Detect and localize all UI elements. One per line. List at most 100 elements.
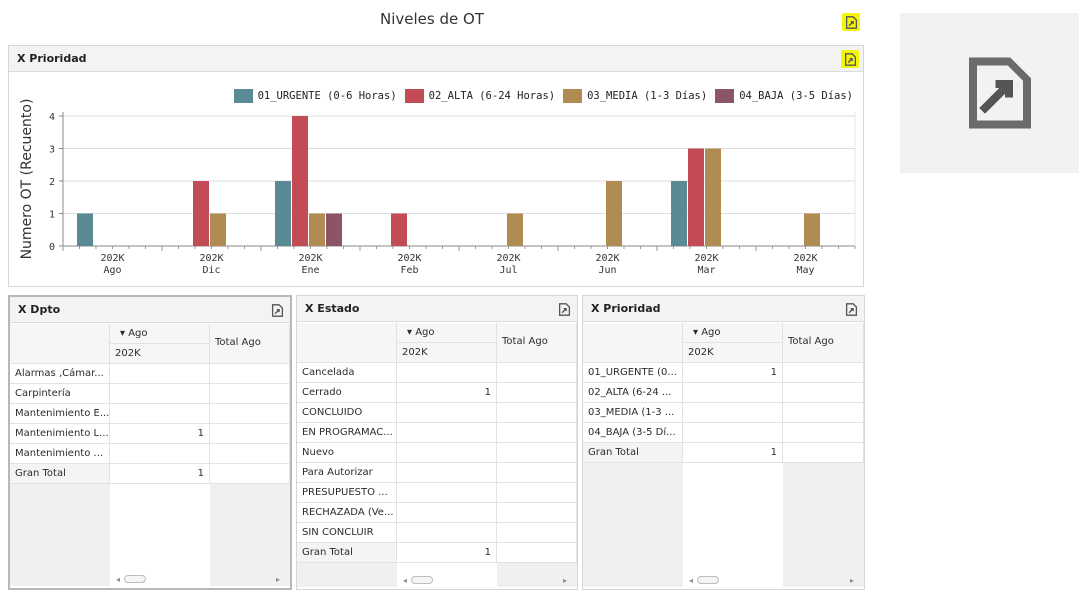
grand-total-label[interactable]: Gran Total	[10, 464, 110, 484]
total-cell	[497, 523, 577, 543]
scroll-thumb[interactable]	[411, 576, 434, 584]
export-to-file-icon	[845, 15, 857, 29]
x-tick-label-year: 202K	[595, 253, 619, 264]
bar[interactable]	[507, 213, 523, 247]
value-cell	[397, 503, 497, 523]
bar[interactable]	[292, 116, 308, 246]
row-header[interactable]: Alarmas ,Cámar...	[10, 364, 110, 384]
value-cell	[683, 423, 783, 443]
bar[interactable]	[309, 213, 325, 247]
value-cell	[397, 443, 497, 463]
pivot-header: X Prioridad	[583, 296, 864, 322]
row-header-empty-area	[583, 463, 683, 587]
scroll-right-icon[interactable]: ▸	[276, 575, 280, 584]
row-header[interactable]: 02_ALTA (6-24 ...	[583, 383, 683, 403]
bar[interactable]	[275, 181, 291, 246]
pivot-title: X Dpto	[18, 303, 61, 316]
column-sub-header: 202K	[397, 343, 497, 363]
y-tick-label: 4	[49, 112, 55, 123]
scroll-right-icon[interactable]: ▸	[850, 576, 854, 585]
scroll-left-icon[interactable]: ◂	[689, 576, 693, 585]
horizontal-scrollbar[interactable]: ◂ ▸	[116, 572, 280, 586]
row-header[interactable]: Carpintería	[10, 384, 110, 404]
horizontal-scrollbar[interactable]: ◂ ▸	[403, 573, 567, 587]
bar[interactable]	[804, 213, 820, 247]
chart-plot: 01234Numero OT (Recuento) 202KAgo202KDic2…	[19, 99, 856, 276]
y-tick-label: 3	[49, 145, 55, 156]
row-header[interactable]: Cerrado	[297, 383, 397, 403]
bar[interactable]	[326, 213, 342, 247]
bar[interactable]	[671, 181, 687, 246]
row-header[interactable]: SIN CONCLUIR	[297, 523, 397, 543]
pivot-export-button[interactable]	[268, 301, 286, 319]
row-header[interactable]: 04_BAJA (3-5 Dí...	[583, 423, 683, 443]
export-to-file-icon	[845, 302, 857, 316]
scroll-thumb[interactable]	[124, 575, 147, 583]
pivot-panel-estado: X Estado ▾ Ago 202K Total Ago Cancelada Cerra…	[296, 295, 578, 590]
total-cell	[497, 443, 577, 463]
pivot-title: X Prioridad	[591, 302, 661, 315]
grand-total-label[interactable]: Gran Total	[297, 543, 397, 563]
scroll-left-icon[interactable]: ◂	[116, 575, 120, 584]
x-tick-label-year: 202K	[298, 253, 322, 264]
row-header[interactable]: CONCLUIDO	[297, 403, 397, 423]
column-sort-header[interactable]: ▾ Ago	[683, 323, 783, 343]
x-tick-label-month: May	[796, 265, 814, 276]
row-header[interactable]: Mantenimiento ...	[10, 444, 110, 464]
row-header[interactable]: 03_MEDIA (1-3 ...	[583, 403, 683, 423]
value-cell	[397, 403, 497, 423]
x-tick-label-month: Ene	[301, 265, 319, 276]
value-cell	[110, 404, 210, 424]
pivot-header: X Dpto	[10, 297, 290, 323]
scroll-thumb[interactable]	[697, 576, 720, 584]
value-cell: 1	[397, 383, 497, 403]
value-cell	[397, 363, 497, 383]
total-cell	[497, 403, 577, 423]
row-header[interactable]: Nuevo	[297, 443, 397, 463]
total-column-header: Total Ago	[783, 323, 864, 363]
total-cell	[783, 423, 864, 443]
value-cell	[397, 523, 497, 543]
pivot-export-button[interactable]	[842, 300, 860, 318]
bar[interactable]	[705, 148, 721, 247]
total-cell	[210, 424, 290, 444]
bar[interactable]	[77, 213, 93, 247]
total-cell	[497, 363, 577, 383]
x-tick-label-month: Jul	[499, 265, 517, 276]
pivot-header: X Estado	[297, 296, 577, 322]
row-header[interactable]: Para Autorizar	[297, 463, 397, 483]
row-header[interactable]: RECHAZADA (Ve...	[297, 503, 397, 523]
value-cell	[110, 364, 210, 384]
x-tick-label-year: 202K	[496, 253, 520, 264]
row-header[interactable]: 01_URGENTE (0...	[583, 363, 683, 383]
row-header-empty-area	[297, 563, 397, 587]
total-cell	[783, 403, 864, 423]
row-header[interactable]: Mantenimiento L...	[10, 424, 110, 444]
grand-total-label[interactable]: Gran Total	[583, 443, 683, 463]
scroll-left-icon[interactable]: ◂	[403, 576, 407, 585]
dashboard-export-button[interactable]	[842, 13, 860, 31]
row-header[interactable]: Mantenimiento E...	[10, 404, 110, 424]
bar[interactable]	[688, 148, 704, 247]
bar[interactable]	[210, 213, 226, 247]
scroll-right-icon[interactable]: ▸	[563, 576, 567, 585]
bar[interactable]	[391, 213, 407, 247]
total-cell	[210, 364, 290, 384]
horizontal-scrollbar[interactable]: ◂ ▸	[689, 573, 854, 587]
y-tick-label: 2	[49, 177, 55, 188]
total-cell	[783, 383, 864, 403]
bar[interactable]	[606, 181, 622, 246]
bar[interactable]	[193, 181, 209, 246]
value-cell	[683, 403, 783, 423]
total-cell	[210, 444, 290, 464]
row-header[interactable]: PRESUPUESTO ...	[297, 483, 397, 503]
column-sort-header[interactable]: ▾ Ago	[397, 323, 497, 343]
x-tick-label-year: 202K	[199, 253, 223, 264]
x-tick-label-year: 202K	[100, 253, 124, 264]
x-tick-label-month: Ago	[103, 265, 121, 276]
column-sort-header[interactable]: ▾ Ago	[110, 324, 210, 344]
row-header[interactable]: EN PROGRAMAC...	[297, 423, 397, 443]
row-header[interactable]: Cancelada	[297, 363, 397, 383]
value-cell	[397, 483, 497, 503]
pivot-export-button[interactable]	[555, 300, 573, 318]
